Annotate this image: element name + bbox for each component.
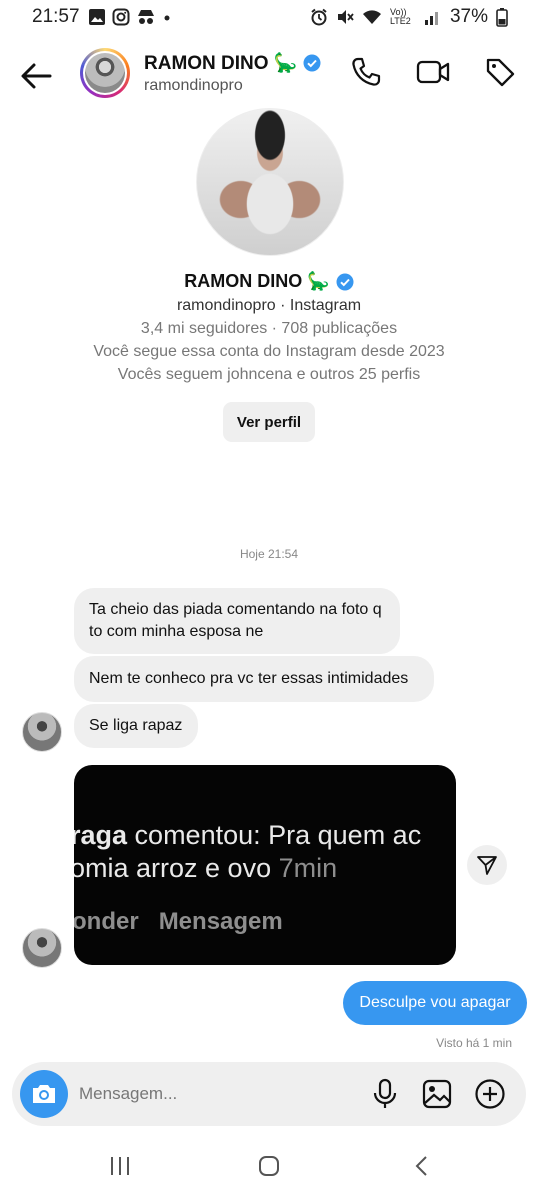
status-right: Vo)) LTE2 37% [310,6,508,28]
composer-actions [370,1078,506,1110]
shot-action-2: Mensagem [158,908,283,935]
home-icon[interactable] [257,1154,281,1178]
shot-comment-2: omia arroz e ovo [74,853,279,883]
profile-source: ramondinopro · Instagram [176,297,362,314]
status-bar: 21:57 Vo)) LTE2 37% [0,0,538,36]
profile-name: RAMON DINO 🦕 [0,271,538,292]
battery-icon [496,8,508,27]
signal-icon [424,12,438,25]
header-username: ramondinopro [144,77,243,94]
video-icon[interactable] [416,56,450,88]
recent-apps-icon[interactable] [108,1154,132,1178]
header-actions [350,56,516,88]
system-nav-bar [0,1140,538,1200]
header-name[interactable]: RAMON DINO 🦕 [144,51,321,75]
camera-button[interactable] [20,1070,68,1118]
share-button[interactable] [467,845,507,885]
instagram-icon [112,8,130,26]
camera-icon [33,1085,55,1103]
spy-icon [138,10,154,24]
shot-time: 7min [278,853,338,883]
profile-follow-since: Você segue essa conta do Instagram desde… [93,343,445,360]
incoming-message-1[interactable]: Ta cheio das piada comentando na foto q … [74,588,400,654]
incoming-message-3[interactable]: Se liga rapaz [74,704,198,748]
verified-badge-icon [303,54,321,72]
seen-status: Visto há 1 min [436,1036,512,1050]
incoming-message-2[interactable]: Nem te conheco pra vc ter essas intimida… [74,656,434,702]
chat-timestamp: Hoje 21:54 [239,547,299,561]
wifi-icon [362,10,381,24]
sender-avatar[interactable] [22,928,62,968]
battery-percent: 37% [449,6,488,27]
verified-badge-icon [336,273,354,290]
send-icon [477,856,497,875]
profile-photo[interactable] [196,108,344,256]
profile-name-text: RAMON DINO 🦕 [184,271,330,291]
chat-header: RAMON DINO 🦕 ramondinopro [0,40,538,110]
sender-avatar[interactable] [22,712,62,752]
shot-comment: comentou: Pra quem ac [127,820,422,850]
profile-mutual: Vocês seguem johncena e outros 25 perfis [117,366,421,383]
header-avatar[interactable] [80,48,130,98]
header-name-text: RAMON DINO 🦕 [144,53,298,74]
mute-icon [337,10,354,24]
add-icon[interactable] [474,1078,506,1110]
phone-icon[interactable] [350,56,382,88]
network-label: Vo)) LTE2 [389,7,411,26]
status-left-icons [88,8,172,26]
view-profile-button[interactable]: Ver perfil [223,402,315,442]
profile-stats: 3,4 mi seguidores · 708 publicações [140,320,398,337]
outgoing-message[interactable]: Desculpe vou apagar [343,981,527,1025]
alarm-icon [311,8,327,26]
gallery-icon[interactable] [422,1078,452,1110]
image-message[interactable]: raga comentou: Pra quem ac omia arroz e … [74,765,456,965]
status-time: 21:57 [32,6,80,27]
back-arrow-icon[interactable] [18,58,54,94]
tag-icon[interactable] [484,56,516,88]
shot-username: raga [74,820,128,850]
shot-action-1: onder [74,908,139,935]
gallery-icon [89,9,105,25]
message-composer: Mensagem... [12,1062,526,1126]
dot-icon [164,15,170,21]
microphone-icon[interactable] [370,1078,400,1110]
message-input[interactable]: Mensagem... [79,1084,177,1104]
back-nav-icon[interactable] [410,1154,434,1178]
